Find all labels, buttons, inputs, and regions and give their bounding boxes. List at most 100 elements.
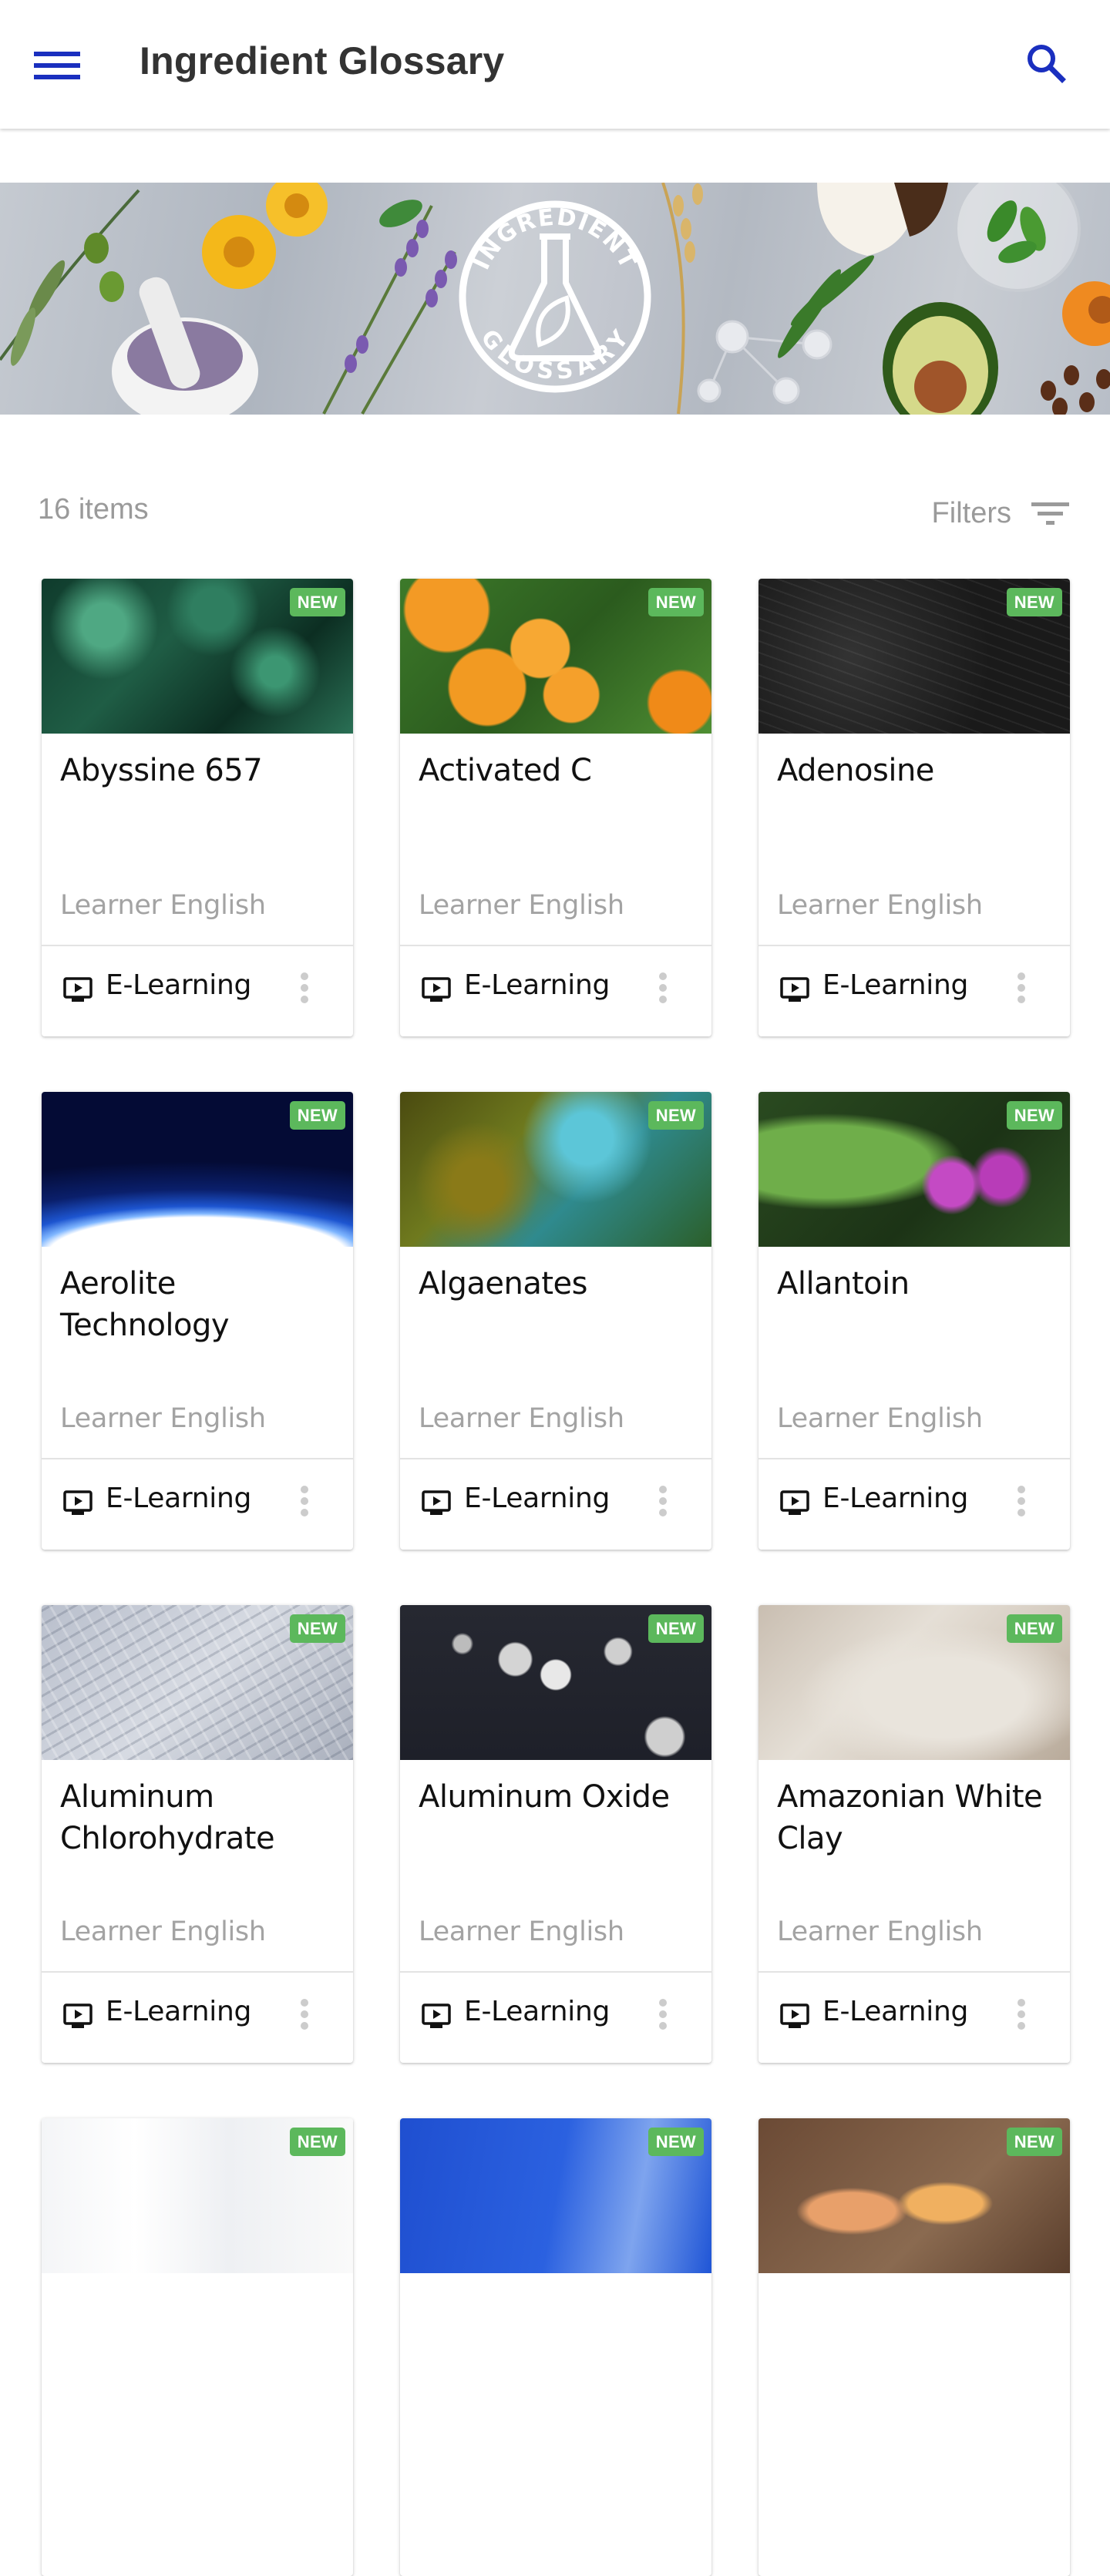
card-language: Learner English — [419, 1916, 624, 1947]
decor-herbs-dish — [954, 183, 1081, 292]
card-footer: E-Learning — [758, 1973, 1070, 2063]
new-badge: NEW — [289, 1614, 345, 1643]
card-type: E-Learning — [822, 1996, 969, 2027]
ingredient-card[interactable]: NEW — [42, 2118, 353, 2576]
ingredient-card[interactable]: NEW Activated C Learner English E-Learni… — [400, 579, 711, 1036]
new-badge: NEW — [1006, 1101, 1062, 1130]
hero-banner: INGREDIENT GLOSSARY — [0, 183, 1110, 415]
elearning-monitor-icon — [422, 1490, 451, 1515]
ingredient-card[interactable]: NEW Amazonian White Clay Learner English… — [758, 1605, 1070, 2063]
new-badge: NEW — [289, 1101, 345, 1130]
card-footer: E-Learning — [42, 946, 353, 1036]
elearning-monitor-icon — [63, 1490, 92, 1515]
more-options-icon[interactable] — [654, 971, 673, 1009]
new-badge: NEW — [648, 1101, 704, 1130]
card-type: E-Learning — [106, 1483, 252, 1514]
card-title: Adenosine — [777, 753, 934, 788]
card-title: Algaenates — [419, 1266, 587, 1301]
card-thumbnail: NEW — [42, 579, 353, 734]
new-badge: NEW — [289, 2128, 345, 2156]
card-thumbnail: NEW — [400, 2118, 711, 2273]
card-language: Learner English — [60, 890, 266, 921]
more-options-icon[interactable] — [654, 1997, 673, 2036]
elearning-monitor-icon — [780, 2003, 809, 2028]
more-options-icon[interactable] — [296, 1997, 314, 2036]
more-options-icon[interactable] — [654, 1484, 673, 1523]
elearning-monitor-icon — [780, 1490, 809, 1515]
card-footer: E-Learning — [758, 1459, 1070, 1550]
decor-lavender — [322, 200, 457, 415]
card-type: E-Learning — [822, 969, 969, 1001]
card-thumbnail: NEW — [758, 2118, 1070, 2273]
decor-wheat — [661, 183, 703, 415]
search-icon[interactable] — [1022, 40, 1068, 86]
card-language: Learner English — [777, 1916, 983, 1947]
card-language: Learner English — [777, 890, 983, 921]
card-footer: E-Learning — [400, 1973, 711, 2063]
new-badge: NEW — [648, 2128, 704, 2156]
card-thumbnail: NEW — [758, 1605, 1070, 1760]
card-title: Aluminum Oxide — [419, 1779, 670, 1815]
ingredient-card[interactable]: NEW Adenosine Learner English E-Learning — [758, 579, 1070, 1036]
more-options-icon[interactable] — [1013, 1997, 1031, 2036]
decor-sunflowers — [202, 183, 328, 289]
decor-apricot-beans — [1041, 281, 1110, 415]
card-language: Learner English — [777, 1403, 983, 1434]
ingredient-card[interactable]: NEW Aluminum Chlorohydrate Learner Engli… — [42, 1605, 353, 2063]
card-title: Activated C — [419, 753, 592, 788]
card-thumbnail: NEW — [400, 1092, 711, 1247]
elearning-monitor-icon — [422, 2003, 451, 2028]
card-footer: E-Learning — [758, 946, 1070, 1036]
ingredient-card[interactable]: NEW — [758, 2118, 1070, 2576]
card-footer: E-Learning — [400, 946, 711, 1036]
hamburger-menu-icon[interactable] — [34, 49, 82, 81]
decor-coconut — [817, 183, 948, 256]
elearning-monitor-icon — [63, 977, 92, 1002]
card-thumbnail: NEW — [400, 1605, 711, 1760]
card-thumbnail: NEW — [400, 579, 711, 734]
ingredient-card[interactable]: NEW Algaenates Learner English E-Learnin… — [400, 1092, 711, 1550]
more-options-icon[interactable] — [296, 971, 314, 1009]
card-title: Abyssine 657 — [60, 753, 263, 788]
card-language: Learner English — [419, 1403, 624, 1434]
card-title: Aerolite Technology — [60, 1266, 230, 1343]
card-footer: E-Learning — [400, 1459, 711, 1550]
card-language: Learner English — [60, 1403, 266, 1434]
card-type: E-Learning — [106, 969, 252, 1001]
page-title: Ingredient Glossary — [140, 39, 505, 82]
ingredient-card[interactable]: NEW Aerolite Technology Learner English … — [42, 1092, 353, 1550]
card-thumbnail: NEW — [42, 1605, 353, 1760]
glossary-emblem: INGREDIENT GLOSSARY — [459, 200, 651, 393]
ingredient-card[interactable]: NEW Allantoin Learner English E-Learning — [758, 1092, 1070, 1550]
card-type: E-Learning — [822, 1483, 969, 1514]
card-type: E-Learning — [464, 1483, 610, 1514]
decor-molecule — [697, 320, 832, 405]
ingredient-grid: NEW Abyssine 657 Learner English E-Learn… — [42, 579, 1070, 2576]
card-footer: E-Learning — [42, 1973, 353, 2063]
new-badge: NEW — [1006, 1614, 1062, 1643]
new-badge: NEW — [289, 588, 345, 616]
filter-list-icon — [1030, 499, 1070, 527]
card-title: Allantoin — [777, 1266, 910, 1301]
ingredient-card[interactable]: NEW — [400, 2118, 711, 2576]
app-header: Ingredient Glossary — [0, 0, 1110, 129]
ingredient-card[interactable]: NEW Aluminum Oxide Learner English E-Lea… — [400, 1605, 711, 2063]
items-count: 16 items — [38, 493, 149, 526]
new-badge: NEW — [1006, 2128, 1062, 2156]
card-language: Learner English — [60, 1916, 266, 1947]
more-options-icon[interactable] — [1013, 971, 1031, 1009]
card-thumbnail: NEW — [42, 2118, 353, 2273]
decor-avocado — [883, 302, 998, 415]
new-badge: NEW — [648, 588, 704, 616]
decor-olive-branch — [0, 189, 140, 366]
card-thumbnail: NEW — [758, 579, 1070, 734]
more-options-icon[interactable] — [1013, 1484, 1031, 1523]
card-footer: E-Learning — [42, 1459, 353, 1550]
ingredient-card[interactable]: NEW Abyssine 657 Learner English E-Learn… — [42, 579, 353, 1036]
elearning-monitor-icon — [422, 977, 451, 1002]
more-options-icon[interactable] — [296, 1484, 314, 1523]
card-language: Learner English — [419, 890, 624, 921]
elearning-monitor-icon — [780, 977, 809, 1002]
filters-button[interactable]: Filters — [932, 490, 1070, 536]
card-thumbnail: NEW — [42, 1092, 353, 1247]
